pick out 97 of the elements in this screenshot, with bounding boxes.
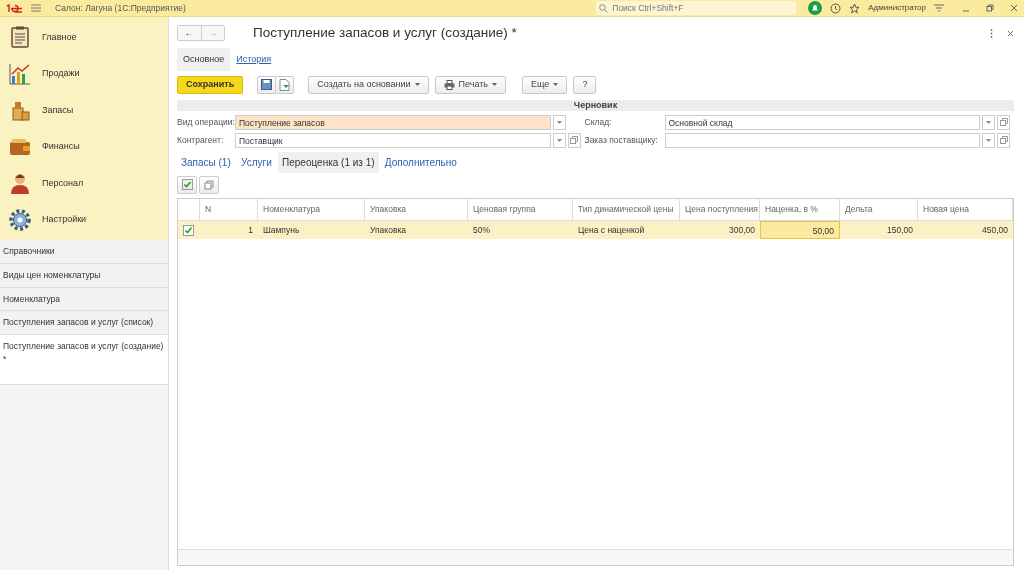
print-button[interactable]: Печать xyxy=(434,75,507,94)
save-icon-button[interactable] xyxy=(257,75,277,94)
status-bar: Черновик xyxy=(177,99,1014,111)
history-icon[interactable] xyxy=(830,2,842,14)
open-icon xyxy=(999,136,1008,145)
sub-tab[interactable]: Переоценка (1 из 1) xyxy=(278,152,379,174)
restore-icon[interactable] xyxy=(986,4,994,12)
copy-icon xyxy=(204,179,215,190)
dropdown-button[interactable] xyxy=(552,132,566,148)
sidebar-section[interactable]: Финансы xyxy=(0,128,168,165)
sub-tab[interactable]: Услуги xyxy=(237,152,276,174)
table-cell-text: Упаковка xyxy=(369,223,408,237)
table-cell-text: 450,00 xyxy=(981,223,1009,237)
bell-icon[interactable] xyxy=(808,1,823,15)
printer-icon xyxy=(443,79,455,90)
menu-icon[interactable] xyxy=(31,4,41,12)
copy-button[interactable] xyxy=(199,175,220,194)
column-header[interactable]: Упаковка xyxy=(365,199,468,221)
caret-icon xyxy=(556,138,562,142)
logo-icon xyxy=(6,3,23,13)
table-cell-text: 50% xyxy=(472,223,491,237)
open-button[interactable] xyxy=(997,132,1010,148)
navigation-buttons[interactable]: ← → xyxy=(177,25,225,42)
open-button[interactable] xyxy=(567,132,581,148)
column-header[interactable]: N xyxy=(200,199,258,221)
sidebar-section-label: Главное xyxy=(42,30,77,44)
checkbox[interactable] xyxy=(183,225,194,236)
menu-button[interactable]: Еще xyxy=(522,75,568,94)
close-icon[interactable] xyxy=(1010,4,1018,12)
table-cell-text: 150,00 xyxy=(886,223,914,237)
caret-icon xyxy=(553,83,559,87)
close-icon[interactable] xyxy=(1007,29,1014,37)
back-arrow[interactable]: ← xyxy=(178,26,201,41)
clipboard-icon xyxy=(8,25,32,50)
more-icon[interactable] xyxy=(990,28,993,38)
form-tab[interactable]: История xyxy=(230,47,278,72)
column-header[interactable]: Новая цена xyxy=(918,199,1013,221)
user-name[interactable]: Администратор xyxy=(868,2,926,14)
save-button[interactable]: Сохранить xyxy=(177,75,244,94)
check-all-button[interactable] xyxy=(177,175,197,194)
column-header[interactable]: Дельта xyxy=(840,199,918,221)
column-header[interactable]: Тип динамической цены xyxy=(573,199,680,221)
dropdown-button[interactable] xyxy=(982,132,995,148)
sidebar-section-label: Продажи xyxy=(42,67,80,80)
menu-button[interactable]: Создать на основании xyxy=(308,75,429,94)
caret-icon xyxy=(492,83,498,87)
dropdown-button[interactable] xyxy=(552,114,566,130)
sidebar-section[interactable]: Продажи xyxy=(0,55,168,92)
field-label: Вид операции: xyxy=(177,115,235,129)
document-icon xyxy=(279,78,291,91)
input-field[interactable] xyxy=(664,132,980,148)
chart-icon xyxy=(8,61,32,86)
sidebar-section[interactable]: Главное xyxy=(0,19,168,56)
sidebar-section-label: Настройки xyxy=(42,213,87,226)
post-document-button[interactable] xyxy=(276,75,295,94)
sidebar-section[interactable]: Запасы xyxy=(0,92,168,129)
person-icon xyxy=(8,171,32,196)
sidebar-section[interactable]: Настройки xyxy=(0,201,168,238)
sidebar-section-label: Запасы xyxy=(42,103,74,117)
column-header[interactable]: Ценовая группа xyxy=(468,199,573,221)
sub-tab[interactable]: Запасы (1) xyxy=(177,152,235,174)
field-label: Заказ поставщику: xyxy=(584,133,659,147)
sidebar-section-label: Персонал xyxy=(42,176,84,190)
table-cell-text: Шампунь xyxy=(262,223,301,237)
gear-icon xyxy=(8,207,32,232)
table-cell-text: 300,00 xyxy=(728,223,756,237)
star-icon[interactable] xyxy=(849,2,861,14)
open-icon xyxy=(570,136,578,145)
sub-tab[interactable]: Дополнительно xyxy=(380,152,461,174)
open-button[interactable] xyxy=(997,114,1010,130)
caret-icon xyxy=(556,120,562,124)
form-title: Поступление запасов и услуг (создание) * xyxy=(253,24,517,42)
help-button[interactable]: ? xyxy=(573,75,597,94)
filter-icon[interactable] xyxy=(934,3,944,13)
sidebar-section-label: Финансы xyxy=(42,140,80,153)
table-cell-text: 1 xyxy=(247,223,254,237)
field-label: Контрагент: xyxy=(177,133,225,147)
app-title: Салон: Лагуна (1С:Предприятие) xyxy=(55,1,186,15)
column-header[interactable]: Цена поступления xyxy=(680,199,760,221)
sidebar-section[interactable]: Персонал xyxy=(0,165,168,202)
column-header[interactable]: Номенклатура xyxy=(258,199,365,221)
input-field[interactable]: Основной склад xyxy=(664,114,980,130)
open-icon xyxy=(999,118,1008,127)
input-field[interactable]: Поступление запасов xyxy=(235,114,551,130)
caret-icon xyxy=(414,83,420,87)
caret-icon xyxy=(986,120,991,124)
caret-icon xyxy=(986,138,991,142)
checkbox-icon xyxy=(181,179,193,190)
input-field[interactable]: Поставщик xyxy=(235,132,551,148)
dropdown-button[interactable] xyxy=(982,114,995,130)
open-window-item[interactable]: Поступление запасов и услуг (создание) * xyxy=(0,335,168,385)
column-header[interactable]: Наценка, в % xyxy=(760,199,840,221)
search-field[interactable]: Поиск Ctrl+Shift+F xyxy=(596,0,797,15)
checkbox-column-header xyxy=(178,199,200,221)
form-tab[interactable]: Основное xyxy=(177,47,231,72)
table-cell-text: Цена с наценкой xyxy=(577,223,646,237)
field-label: Склад: xyxy=(584,115,613,129)
